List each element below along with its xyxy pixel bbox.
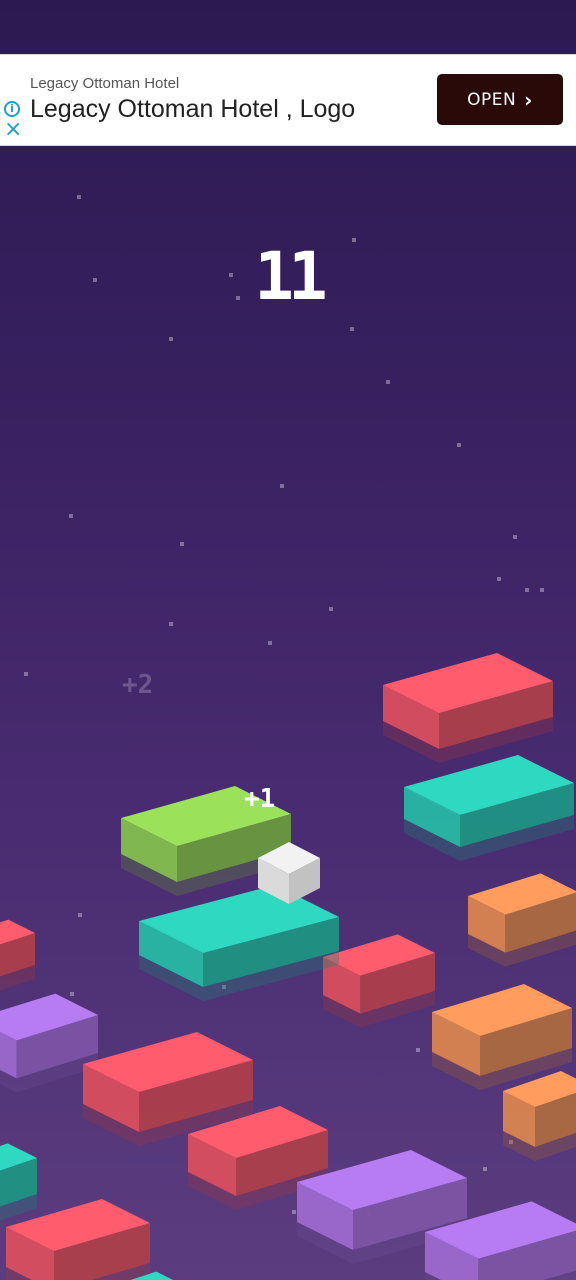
star xyxy=(180,542,184,546)
star xyxy=(280,484,284,488)
ad-banner[interactable]: i × Legacy Ottoman Hotel Legacy Ottoman … xyxy=(0,54,576,146)
bonus-current: +1 xyxy=(244,784,276,814)
teal-block xyxy=(404,755,574,861)
ad-advertiser: Legacy Ottoman Hotel xyxy=(30,75,180,92)
star xyxy=(292,1210,296,1214)
teal-block xyxy=(0,1143,37,1221)
star xyxy=(78,913,82,917)
red-block xyxy=(323,934,435,1028)
star xyxy=(24,672,28,676)
chevron-right-icon: › xyxy=(524,87,533,112)
orange-block xyxy=(468,873,576,967)
star xyxy=(386,380,390,384)
info-icon[interactable]: i xyxy=(4,101,20,117)
star xyxy=(329,607,333,611)
star xyxy=(350,327,354,331)
star xyxy=(540,588,544,592)
open-button-label: OPEN xyxy=(467,89,517,110)
star xyxy=(77,195,81,199)
star xyxy=(268,641,272,645)
star xyxy=(70,992,74,996)
star xyxy=(169,622,173,626)
star xyxy=(416,1048,420,1052)
platform-blocks xyxy=(0,653,576,1280)
open-button[interactable]: OPEN › xyxy=(437,74,563,125)
orange-block xyxy=(503,1071,576,1161)
close-icon[interactable]: × xyxy=(4,119,22,141)
ad-headline[interactable]: Legacy Ottoman Hotel , Logo xyxy=(30,95,355,124)
star xyxy=(513,535,517,539)
star xyxy=(483,1167,487,1171)
score-counter: 11 xyxy=(254,238,327,315)
star xyxy=(169,337,173,341)
bonus-previous: +2 xyxy=(122,670,154,700)
orange-block xyxy=(432,984,572,1090)
red-block xyxy=(383,653,553,763)
star xyxy=(497,577,501,581)
star xyxy=(69,514,73,518)
teal-block xyxy=(139,885,339,1001)
star xyxy=(525,588,529,592)
red-block xyxy=(0,919,35,991)
game-canvas[interactable] xyxy=(0,0,576,1280)
star xyxy=(457,443,461,447)
